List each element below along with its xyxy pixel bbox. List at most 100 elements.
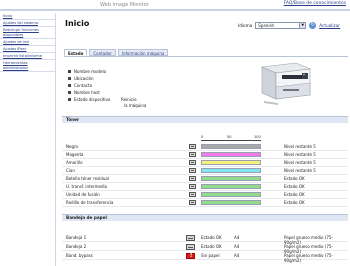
toner-level-fill [202,169,260,172]
transfer-roller-icon [189,200,196,205]
tray-name: Bandeja 2 [66,244,87,249]
transfer-unit-icon [189,184,196,189]
toner-level-fill [202,153,260,156]
sidebar-item-ipsec-settings[interactable]: Ajustes IPsec [0,46,55,54]
device-info-list: Nombre modelo Ubicación Contacto Nombre … [68,68,161,109]
device-status-value-line2: la máquina [124,103,147,108]
header-divider [0,9,350,11]
toner-status: Nivel restante 5 [284,152,316,157]
info-row-contact: Contacto [68,82,161,89]
toner-level-fill [202,145,260,148]
waste-bottle-icon [189,176,196,181]
sidebar-item-inicio[interactable]: Inicio [0,13,55,21]
toner-level-bar [201,160,261,165]
toner-label: Amarillo [66,160,83,165]
paper-table: Bandeja 1 Estado OK A4 Papel grueso medi… [62,233,348,263]
toner-level-fill [202,161,260,164]
paper-row: Bandeja 2 Estado OK A4 Papel grueso medi… [62,242,348,254]
tab-machine-info[interactable]: Información máquina [117,49,169,56]
tray-size: A4 [234,244,240,249]
tray-size: A4 [234,253,240,258]
toner-label: Botella tóner residual [66,176,109,181]
tab-divider [64,56,348,57]
refresh-link[interactable]: Actualizar [319,23,340,28]
toner-label: Cian [66,168,75,173]
tray-status: Estado OK [201,235,222,240]
language-select[interactable]: Spanish ▼ [255,22,307,29]
language-bar: Idioma Spanish ▼ ↻ Actualizar [238,22,340,29]
tray-name: Bandeja 1 [66,235,87,240]
toner-level-bar [201,168,261,173]
language-label: Idioma [238,23,253,28]
scale-label-0: 0 [201,135,204,139]
tray-size: A4 [234,235,240,240]
main-content: Inicio Idioma Spanish ▼ ↻ Actualizar Est… [58,13,348,266]
faq-link[interactable]: FAQ/Base de conocimientos [284,1,346,6]
tray-name: Band. bypass [66,253,93,258]
toner-row: Amarillo Nivel restante 5 [62,159,348,167]
toner-table: Negro Nivel restante 5 Magenta Nivel res… [62,143,348,207]
tray-paper-type: Papel grueso medio (75-90g/m2) [284,253,333,263]
toner-status: Nivel restante 5 [284,144,316,149]
tray-status: Sin papel [201,253,220,258]
toner-row: Botella tóner residual Estado OK [62,175,348,183]
toner-row: U. transf. intermedia Estado OK [62,183,348,191]
toner-status: Estado OK [284,184,305,189]
sidebar-item-restrict-functions[interactable]: Restringir funciones disponibles [0,27,55,39]
scale-label-50: 50 [227,135,232,139]
device-status-value: Reinicie [121,97,137,102]
sidebar-item-system-settings[interactable]: Ajustes del sistema [0,20,55,28]
tab-counter[interactable]: Contador [89,49,116,56]
toner-level-bar [201,176,261,181]
sidebar-item-print-report[interactable]: Imprimir lista/informe [0,53,55,61]
bullet-icon [68,91,71,94]
sidebar-item-network-settings[interactable]: Ajustes de red [0,39,55,47]
info-label: Ubicación [74,76,94,81]
tray-ok-icon [186,244,195,250]
toner-row: Negro Nivel restante 5 [62,143,348,151]
cartridge-icon [189,168,196,173]
toner-status: Nivel restante 5 [284,168,316,173]
scale-axis [201,140,261,141]
scale-label-100: 100 [254,135,261,139]
toner-status: Estado OK [284,176,305,181]
fuser-unit-icon [189,192,196,197]
printer-image [260,62,312,105]
toner-section-header: Tóner [62,116,348,123]
cartridge-icon [189,144,196,149]
info-label: Nombre modelo [74,69,107,74]
chevron-down-icon: ▼ [299,23,306,28]
language-value: Spanish [258,23,275,28]
toner-level-bar [201,200,261,205]
info-row-device-status: Estado dispositivo Reinicie [68,96,161,103]
top-bar: Web Image Monitor FAQ/Base de conocimien… [0,0,350,11]
tray-status: Estado OK [201,244,222,249]
bullet-icon [68,70,71,73]
toner-level-fill [202,185,260,188]
bullet-icon [68,77,71,80]
toner-row: Cian Nivel restante 5 [62,167,348,175]
toner-level-bar [201,184,261,189]
page-title: Inicio [65,19,90,28]
toner-level-bar [201,192,261,197]
tab-status[interactable]: Estado [64,49,88,56]
paper-section-header: Bandeja de papel [62,214,348,221]
toner-status: Estado OK [284,192,305,197]
tray-ok-icon [186,235,195,241]
paper-row: Bandeja 1 Estado OK A4 Papel grueso medi… [62,233,348,245]
toner-row: Rodillo de transferencia Estado OK [62,199,348,207]
tray-warning-icon [186,253,195,259]
info-row-location: Ubicación [68,75,161,82]
refresh-icon[interactable]: ↻ [309,22,317,29]
toner-level-fill [202,201,260,204]
toner-status: Nivel restante 5 [284,160,316,165]
toner-level-bar [201,144,261,149]
toner-row: Magenta Nivel restante 5 [62,151,348,159]
bullet-icon [68,98,71,101]
sidebar-item-admin-tools[interactable]: Herramientas administrador [0,60,55,72]
toner-label: U. transf. intermedia [66,184,108,189]
toner-level-bar [201,152,261,157]
bullet-icon [68,84,71,87]
toner-label: Unidad de fusión [66,192,100,197]
toner-level-fill [202,193,260,196]
